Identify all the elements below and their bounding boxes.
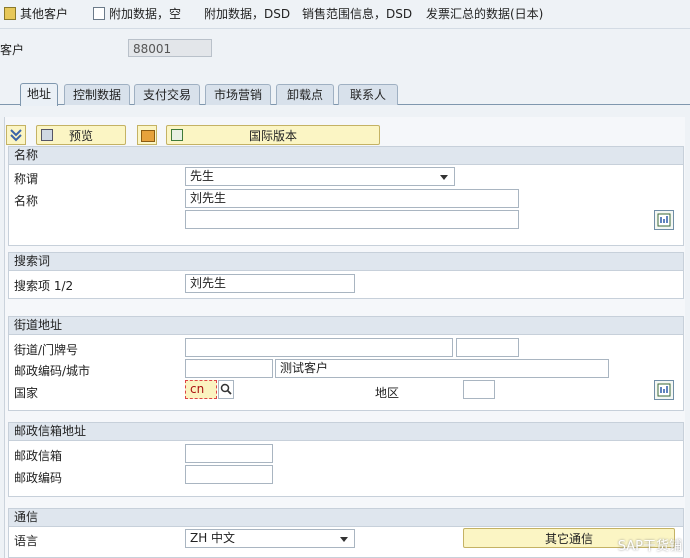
document-icon [93,7,105,20]
tab-marketing[interactable]: 市场营销 [205,84,271,105]
watermark: SAP干货铺 [617,539,682,554]
folders-icon [141,130,155,142]
postal-city-label: 邮政编码/城市 [14,364,91,378]
additional-data-empty-button[interactable]: 附加数据，空 [93,5,181,23]
language-label: 语言 [14,534,39,548]
po-box-postal-field[interactable] [185,465,273,484]
country-label: 国家 [14,386,39,400]
international-icon [171,129,183,141]
other-customer-button[interactable]: 其他客户 [4,5,68,23]
search-term-field[interactable]: 刘先生 [185,274,355,293]
name-label: 名称 [14,194,39,208]
country-field[interactable]: cn [185,380,217,399]
section-title: 名称 [9,147,683,165]
more-address-fields-button[interactable] [654,380,674,400]
house-number-field[interactable] [456,338,519,357]
cross-application-button[interactable] [137,125,157,145]
expand-sections-button[interactable] [6,125,26,145]
sales-area-dsd-button[interactable]: 销售范围信息，DSD [302,5,412,23]
more-names-button[interactable] [654,210,674,230]
name-field-2[interactable] [185,210,519,229]
section-title: 街道地址 [9,317,683,335]
printer-icon [41,129,53,141]
customer-label: 客户 [0,43,25,57]
chevrons-down-icon [10,129,22,142]
salutation-label: 称谓 [14,172,39,186]
search-icon [220,383,232,395]
application-toolbar: 其他客户 附加数据，空 附加数据，DSD 销售范围信息，DSD 发票汇总的数据(… [0,0,690,29]
po-box-section: 邮政信箱地址 [8,422,684,497]
expand-fields-icon [657,213,671,227]
expand-fields-icon [657,383,671,397]
tab-payment-transactions[interactable]: 支付交易 [134,84,200,105]
street-field[interactable] [185,338,453,357]
chevron-down-icon [340,537,348,542]
section-title: 搜索词 [9,253,683,271]
search-term-label: 搜索项 1/2 [14,279,74,293]
section-title: 邮政信箱地址 [9,423,683,441]
international-version-button[interactable]: 国际版本 [166,125,380,145]
salutation-dropdown[interactable]: 先生 [185,167,455,186]
invoice-summary-button[interactable]: 发票汇总的数据(日本) [426,5,543,23]
region-label: 地区 [375,386,400,400]
customer-number-field: 88001 [128,39,212,57]
po-box-postal-label: 邮政编码 [14,471,63,485]
chevron-down-icon [440,175,448,180]
street-label: 街道/门牌号 [14,343,79,357]
po-box-label: 邮政信箱 [14,449,63,463]
section-title: 通信 [9,509,683,527]
country-search-help[interactable] [218,380,234,399]
po-box-field[interactable] [185,444,273,463]
city-field[interactable]: 测试客户 [275,359,609,378]
tab-contact-persons[interactable]: 联系人 [338,84,398,105]
tab-address[interactable]: 地址 [20,83,58,106]
postal-code-field[interactable] [185,359,273,378]
language-dropdown[interactable]: ZH 中文 [185,529,355,548]
region-field[interactable] [463,380,495,399]
tab-control-data[interactable]: 控制数据 [64,84,130,105]
grid-icon [4,7,16,20]
preview-button[interactable]: 预览 [36,125,126,145]
name-field-1[interactable]: 刘先生 [185,189,519,208]
additional-data-dsd-button[interactable]: 附加数据，DSD [204,5,290,23]
tab-unloading-points[interactable]: 卸载点 [276,84,334,105]
